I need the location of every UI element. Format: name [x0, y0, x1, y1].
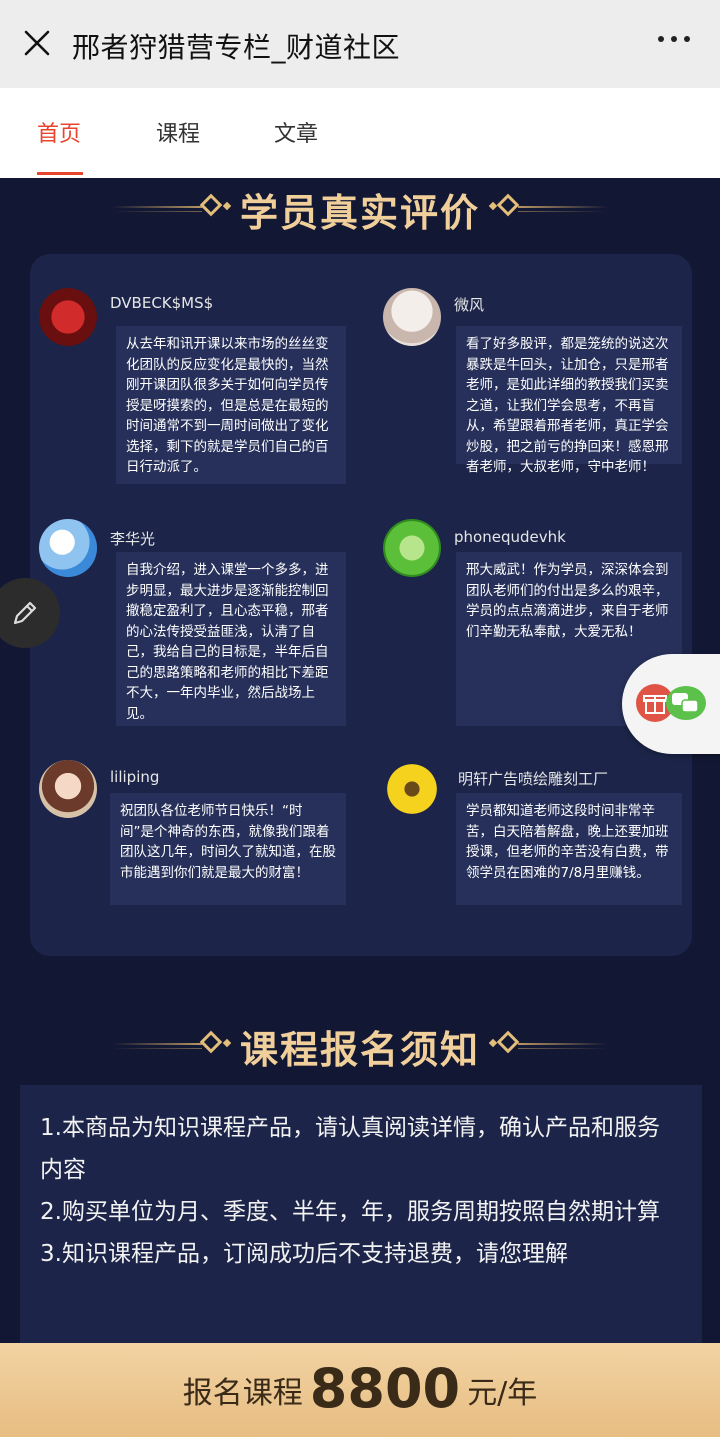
- review-text: 祝团队各位老师节日快乐！“时间”是个神奇的东西，就像我们跟着团队这几年，时间久了…: [110, 793, 346, 905]
- review-username: 李华光: [110, 530, 156, 548]
- notice-item: 2.购买单位为月、季度、半年，年，服务周期按照自然期计算: [40, 1199, 660, 1225]
- avatar: [383, 760, 441, 818]
- tab-home[interactable]: 首页: [37, 116, 81, 148]
- notice-panel: 1.本商品为知识课程产品，请认真阅读详情，确认产品和服务内容 2.购买单位为月、…: [20, 1085, 702, 1343]
- wechat-icon: [666, 686, 706, 720]
- avatar: [39, 760, 97, 818]
- pencil-icon: [13, 601, 37, 625]
- review-username: phonequdevhk: [454, 528, 566, 546]
- avatar: [39, 519, 97, 577]
- avatar: [383, 288, 441, 346]
- more-dots-icon[interactable]: [658, 36, 690, 42]
- avatar: [383, 519, 441, 577]
- tab-bar: 首页 课程 文章: [0, 88, 720, 178]
- avatar: [39, 288, 97, 346]
- notice-heading-text: 课程报名须知: [239, 1028, 480, 1072]
- reviews-panel: DVBECK$MS$ 从去年和讯开课以来市场的丝丝变化团队的反应变化是最快的，当…: [30, 254, 692, 956]
- review-text: 看了好多股评，都是笼统的说这次暴跌是牛回头，让加仓，只是邢者老师，是如此详细的教…: [456, 326, 682, 475]
- enroll-label: 报名课程: [182, 1376, 303, 1411]
- notice-item: 3.知识课程产品，订阅成功后不支持退费，请您理解: [40, 1241, 568, 1267]
- review-username: 微风: [454, 296, 485, 314]
- reviews-heading-text: 学员真实评价: [239, 191, 480, 235]
- review-text: 自我介绍，进入课堂一个多多，进步明显，最大进步是逐渐能控制回撤稳定盈利了，且心态…: [116, 552, 346, 726]
- reviews-heading: 学员真实评价: [0, 178, 720, 238]
- notice-item: 1.本商品为知识课程产品，请认真阅读详情，确认产品和服务内容: [40, 1115, 660, 1183]
- review-username: DVBECK$MS$: [110, 294, 214, 312]
- page-title: 邢者狩猎营专栏_财道社区: [72, 31, 401, 64]
- active-tab-indicator: [37, 172, 83, 175]
- top-bar: 邢者狩猎营专栏_财道社区: [0, 0, 720, 88]
- price-unit: 元/年: [467, 1376, 538, 1411]
- enroll-button[interactable]: 报名课程 8800 元/年: [0, 1343, 720, 1437]
- price: 8800: [309, 1357, 461, 1420]
- gift-chat-widget[interactable]: [622, 654, 720, 754]
- close-icon[interactable]: [22, 28, 52, 58]
- notice-heading: 课程报名须知: [0, 1015, 720, 1075]
- review-username: liliping: [110, 768, 160, 786]
- review-text: 学员都知道老师这段时间非常辛苦，白天陪着解盘，晚上还要加班授课，但老师的辛苦没有…: [456, 793, 682, 905]
- tab-articles[interactable]: 文章: [274, 116, 318, 148]
- tab-courses[interactable]: 课程: [156, 116, 200, 148]
- review-username: 明轩广告喷绘雕刻工厂: [458, 770, 609, 788]
- review-text: 从去年和讯开课以来市场的丝丝变化团队的反应变化是最快的，当然刚开课团队很多关于如…: [116, 326, 346, 484]
